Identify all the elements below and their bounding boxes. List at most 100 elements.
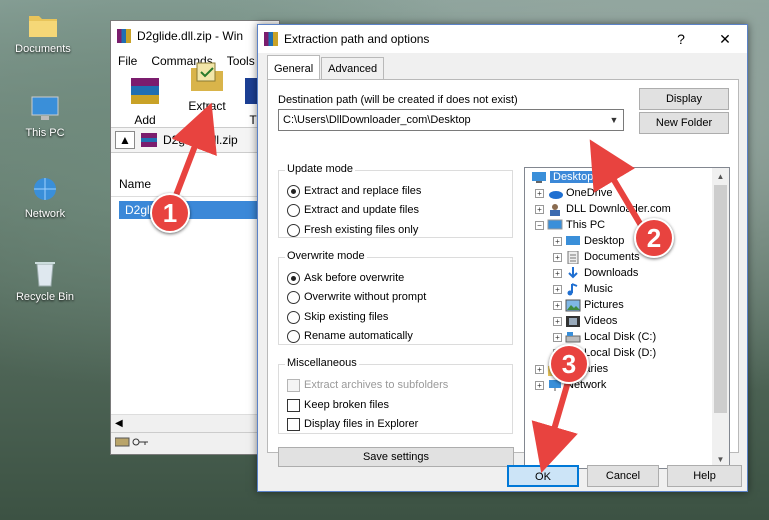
- option-label: Keep broken files: [304, 399, 389, 411]
- tree-item-documents[interactable]: + Documents: [553, 249, 640, 265]
- destination-path-value: C:\Users\DllDownloader_com\Desktop: [283, 114, 471, 126]
- desktop-icon-this-pc[interactable]: This PC: [10, 94, 80, 139]
- option-label: Ask before overwrite: [304, 272, 405, 284]
- extract-to-button[interactable]: Extract To: [181, 60, 233, 127]
- tree-item-desktop[interactable]: Desktop: [531, 169, 597, 185]
- drive-icon: [565, 331, 581, 342]
- music-icon: [567, 282, 578, 295]
- overwrite-option-skip[interactable]: Skip existing files: [287, 309, 388, 325]
- display-button[interactable]: Display: [639, 88, 729, 110]
- path-value[interactable]: D2glide.dll.zip: [163, 133, 238, 147]
- expand-icon[interactable]: +: [535, 380, 544, 390]
- desktop-icon-network[interactable]: Network: [10, 175, 80, 220]
- expand-icon[interactable]: +: [535, 188, 544, 198]
- expand-icon[interactable]: +: [553, 252, 562, 262]
- computer-icon: [547, 219, 563, 229]
- column-header-name[interactable]: Name: [111, 171, 279, 197]
- tree-label: Desktop: [550, 171, 597, 183]
- chevron-down-icon[interactable]: ▼: [605, 110, 623, 130]
- menu-file[interactable]: File: [111, 54, 144, 68]
- desktop-icon-documents[interactable]: Documents: [8, 10, 78, 55]
- radio[interactable]: [287, 290, 300, 304]
- tree-label: This PC: [566, 219, 606, 231]
- user-icon: [550, 203, 560, 216]
- expand-icon[interactable]: +: [553, 316, 562, 326]
- checkbox[interactable]: [287, 378, 300, 392]
- update-option-update[interactable]: Extract and update files: [287, 202, 419, 218]
- expand-icon[interactable]: +: [553, 300, 562, 310]
- overwrite-option-rename[interactable]: Rename automatically: [287, 328, 413, 344]
- ok-button[interactable]: OK: [507, 465, 579, 487]
- misc-option-keep-broken[interactable]: Keep broken files: [287, 397, 389, 413]
- cancel-button[interactable]: Cancel: [587, 465, 659, 487]
- update-option-fresh[interactable]: Fresh existing files only: [287, 222, 418, 238]
- add-button[interactable]: Add: [119, 74, 171, 127]
- dialog-titlebar[interactable]: Extraction path and options ? ✕: [258, 25, 747, 53]
- overwrite-option-without-prompt[interactable]: Overwrite without prompt: [287, 289, 426, 305]
- network-icon: [34, 178, 56, 200]
- help-button[interactable]: Help: [667, 465, 742, 487]
- recycle-bin-icon: [35, 262, 55, 287]
- radio-selected[interactable]: [287, 271, 300, 285]
- tree-item-music[interactable]: + Music: [553, 281, 613, 297]
- radio[interactable]: [287, 223, 300, 237]
- radio[interactable]: [287, 203, 300, 217]
- destination-label: Destination path (will be created if doe…: [278, 94, 518, 106]
- winrar-title: D2glide.dll.zip - Win: [137, 28, 244, 43]
- desktop-icon-recycle-bin[interactable]: Recycle Bin: [10, 258, 80, 303]
- winrar-window: D2glide.dll.zip - Win File Commands Tool…: [110, 20, 280, 455]
- winrar-titlebar[interactable]: D2glide.dll.zip - Win: [111, 21, 279, 50]
- radio-selected[interactable]: [287, 184, 300, 198]
- tab-advanced[interactable]: Advanced: [321, 57, 385, 79]
- expand-icon[interactable]: +: [535, 204, 544, 214]
- close-icon[interactable]: ✕: [703, 25, 747, 53]
- destination-path-input[interactable]: C:\Users\DllDownloader_com\Desktop ▼: [278, 109, 624, 131]
- add-archive-icon: [131, 78, 159, 104]
- up-folder-button[interactable]: ▲: [115, 131, 135, 149]
- help-title-button[interactable]: ?: [659, 25, 703, 53]
- tree-label: Local Disk (C:): [584, 331, 657, 343]
- tree-item-user[interactable]: + DLL Downloader.com: [535, 201, 671, 217]
- extraction-dialog: Extraction path and options ? ✕ General …: [257, 24, 748, 492]
- winrar-icon: [264, 32, 278, 46]
- tree-item-pc-desktop[interactable]: + Desktop: [553, 233, 624, 249]
- tree-item-pictures[interactable]: + Pictures: [553, 297, 624, 313]
- radio[interactable]: [287, 329, 300, 343]
- tree-item-videos[interactable]: + Videos: [553, 313, 617, 329]
- tree-item-this-pc[interactable]: − This PC: [535, 217, 605, 233]
- expand-icon[interactable]: +: [535, 364, 544, 374]
- save-settings-button[interactable]: Save settings: [278, 447, 514, 467]
- tab-general[interactable]: General: [267, 55, 321, 79]
- radio[interactable]: [287, 310, 300, 324]
- expand-icon[interactable]: +: [553, 332, 562, 342]
- update-option-replace[interactable]: Extract and replace files: [287, 183, 421, 199]
- horizontal-scrollbar[interactable]: ◀: [111, 414, 279, 432]
- option-label: Fresh existing files only: [304, 224, 419, 236]
- expand-icon[interactable]: +: [553, 284, 562, 294]
- desktop-icon-label: Recycle Bin: [15, 291, 75, 303]
- tree-item-onedrive[interactable]: + OneDrive: [535, 185, 612, 201]
- tree-scrollbar[interactable]: ▲ ▼: [712, 168, 729, 468]
- file-row[interactable]: D2glide.dll: [119, 201, 279, 219]
- misc-option-display-explorer[interactable]: Display files in Explorer: [287, 416, 418, 432]
- desktop-icon-label: Documents: [15, 43, 71, 55]
- misc-option-subfolders[interactable]: Extract archives to subfolders: [287, 377, 448, 393]
- expand-icon[interactable]: +: [553, 236, 562, 246]
- tree-item-downloads[interactable]: + Downloads: [553, 265, 638, 281]
- archive-icon: [141, 133, 157, 147]
- update-mode-title: Update mode: [285, 163, 356, 175]
- checkbox[interactable]: [287, 417, 300, 431]
- expand-icon[interactable]: +: [553, 268, 562, 278]
- collapse-icon[interactable]: −: [535, 220, 544, 230]
- scroll-left-icon[interactable]: ◀: [115, 418, 123, 429]
- overwrite-option-ask[interactable]: Ask before overwrite: [287, 270, 404, 286]
- tree-item-local-disk-c[interactable]: + Local Disk (C:): [553, 329, 656, 345]
- option-label: Display files in Explorer: [304, 418, 419, 430]
- tree-label: Downloads: [584, 267, 639, 279]
- scroll-up-icon[interactable]: ▲: [712, 168, 729, 185]
- new-folder-button[interactable]: New Folder: [639, 112, 729, 134]
- downloads-icon: [568, 266, 578, 278]
- scroll-thumb[interactable]: [714, 185, 727, 413]
- tree-label: Desktop: [584, 235, 625, 247]
- checkbox[interactable]: [287, 398, 300, 412]
